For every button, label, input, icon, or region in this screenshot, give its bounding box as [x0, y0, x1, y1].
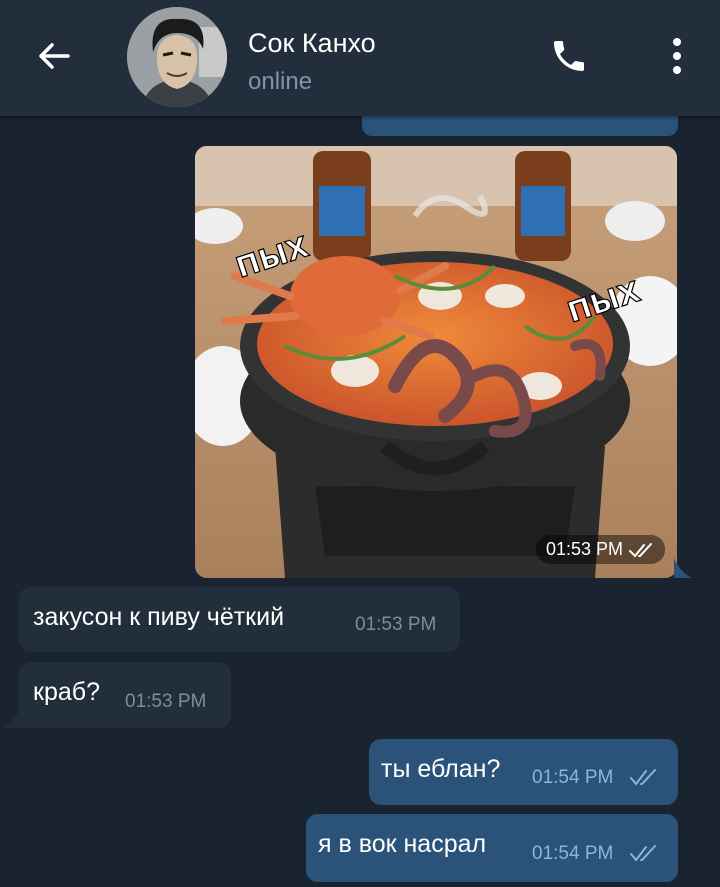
food-photo: ПЫХ ПЫХ [195, 146, 677, 578]
message-text: я в вок насрал [318, 830, 487, 858]
call-button[interactable] [543, 30, 595, 82]
more-options-button[interactable] [655, 30, 699, 82]
chat-screen: Сок Канхо online ПЫХ ПЫХ 01:53 PM закусо… [0, 0, 720, 887]
contact-status: online [248, 68, 313, 95]
message-text: краб? [33, 678, 100, 706]
avatar[interactable] [127, 7, 227, 107]
double-check-icon [630, 845, 656, 862]
photo-timestamp: 01:53 PM [535, 535, 665, 564]
phone-icon [554, 41, 584, 71]
message-bubble-incoming[interactable]: закусон к пиву чёткий 01:53 PM [19, 587, 460, 652]
message-time: 01:54 PM [532, 767, 614, 788]
avatar-portrait [127, 7, 227, 107]
message-text: закусон к пиву чёткий [33, 603, 285, 631]
more-vertical-icon [673, 38, 681, 74]
bubble-tail [674, 558, 692, 578]
message-bubble-incoming[interactable]: краб? 01:53 PM [19, 662, 231, 728]
back-button[interactable] [28, 30, 80, 82]
contact-name[interactable]: Сок Канхо [248, 28, 376, 59]
message-text: ты еблан? [381, 755, 501, 783]
arrow-left-icon [39, 43, 70, 69]
chat-header: Сок Канхо online [0, 0, 720, 116]
message-time: 01:54 PM [532, 843, 614, 864]
double-check-icon [629, 542, 652, 557]
photo-message[interactable]: ПЫХ ПЫХ 01:53 PM [195, 146, 677, 578]
message-bubble-outgoing[interactable]: я в вок насрал 01:54 PM [306, 814, 678, 882]
double-check-icon [630, 769, 656, 786]
message-time: 01:53 PM [125, 691, 207, 712]
message-time: 01:53 PM [355, 614, 437, 635]
message-bubble-outgoing[interactable]: ты еблан? 01:54 PM [369, 739, 678, 805]
